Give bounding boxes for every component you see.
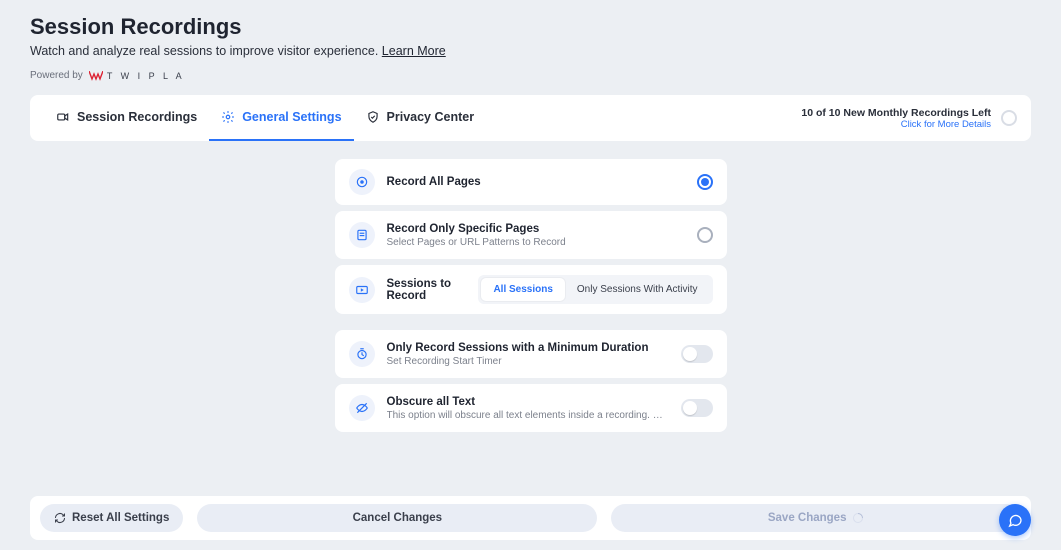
record-all-radio[interactable] [697, 174, 713, 190]
quota-ring-icon [1001, 110, 1017, 126]
page-subtitle-text: Watch and analyze real sessions to impro… [30, 44, 382, 58]
card-obscure-text: Obscure all Text This option will obscur… [335, 384, 727, 432]
tabs-bar: Session Recordings General Settings Priv… [30, 95, 1031, 141]
powered-by-label: Powered by [30, 70, 83, 81]
tab-session-recordings-label: Session Recordings [77, 110, 197, 124]
play-icon [349, 277, 375, 303]
card-record-all-pages[interactable]: Record All Pages [335, 159, 727, 205]
footer-bar: Reset All Settings Cancel Changes Save C… [30, 496, 1031, 540]
save-label: Save Changes [768, 512, 847, 524]
obscure-title: Obscure all Text [387, 396, 669, 408]
card-min-duration: Only Record Sessions with a Minimum Dura… [335, 330, 727, 378]
refresh-icon [54, 512, 66, 524]
reset-label: Reset All Settings [72, 512, 169, 524]
tab-privacy-center-label: Privacy Center [387, 110, 475, 124]
tab-privacy-center[interactable]: Privacy Center [354, 95, 487, 141]
spinner-icon [852, 512, 864, 524]
record-specific-title: Record Only Specific Pages [387, 223, 685, 235]
seg-all-sessions[interactable]: All Sessions [481, 278, 564, 301]
obscure-desc: This option will obscure all text elemen… [387, 410, 669, 421]
learn-more-link[interactable]: Learn More [382, 44, 446, 58]
min-duration-title: Only Record Sessions with a Minimum Dura… [387, 342, 669, 354]
obscure-toggle[interactable] [681, 399, 713, 417]
card-sessions-to-record: Sessions to Record All Sessions Only Ses… [335, 265, 727, 314]
record-specific-radio[interactable] [697, 227, 713, 243]
page-subtitle: Watch and analyze real sessions to impro… [30, 44, 1031, 58]
record-all-title: Record All Pages [387, 176, 685, 188]
min-duration-toggle[interactable] [681, 345, 713, 363]
cancel-changes-button[interactable]: Cancel Changes [197, 504, 597, 532]
target-icon [349, 169, 375, 195]
twipla-word: T W I P L A [107, 71, 185, 81]
seg-only-activity[interactable]: Only Sessions With Activity [565, 278, 710, 301]
camera-icon [56, 110, 70, 124]
min-duration-desc: Set Recording Start Timer [387, 356, 669, 367]
settings-column: Record All Pages Record Only Specific Pa… [335, 159, 727, 432]
sessions-segmented-control: All Sessions Only Sessions With Activity [478, 275, 712, 304]
chat-icon [1007, 512, 1023, 528]
timer-icon [349, 341, 375, 367]
gear-icon [221, 110, 235, 124]
card-record-specific-pages[interactable]: Record Only Specific Pages Select Pages … [335, 211, 727, 259]
powered-by: Powered by T W I P L A [30, 70, 1031, 81]
chat-fab[interactable] [999, 504, 1031, 536]
tab-session-recordings[interactable]: Session Recordings [44, 95, 209, 141]
cancel-label: Cancel Changes [353, 512, 442, 524]
eye-off-icon [349, 395, 375, 421]
tab-general-settings-label: General Settings [242, 110, 341, 124]
shield-icon [366, 110, 380, 124]
pages-icon [349, 222, 375, 248]
sessions-to-record-title: Sessions to Record [387, 278, 467, 302]
twipla-logo: T W I P L A [89, 71, 185, 81]
record-specific-desc: Select Pages or URL Patterns to Record [387, 237, 685, 248]
save-changes-button[interactable]: Save Changes [611, 504, 1021, 532]
reset-all-settings-button[interactable]: Reset All Settings [40, 504, 183, 532]
quota-title: 10 of 10 New Monthly Recordings Left [801, 107, 991, 119]
twipla-mark-icon [89, 71, 103, 81]
quota-details-link[interactable]: Click for More Details [801, 119, 991, 130]
tab-general-settings[interactable]: General Settings [209, 95, 353, 141]
page-title: Session Recordings [30, 14, 1031, 40]
